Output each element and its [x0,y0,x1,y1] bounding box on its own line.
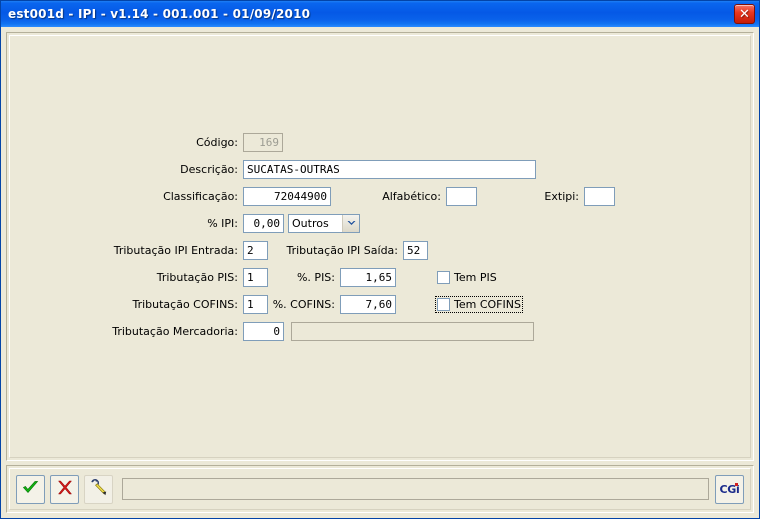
trib-ipi-saida-input[interactable] [403,240,428,260]
pct-ipi-input[interactable] [243,213,284,233]
magic-wand-icon [90,479,108,499]
row-descricao: Descrição: [10,158,750,180]
check-icon [22,480,39,498]
tem-cofins-checkbox[interactable]: Tem COFINS [435,295,523,313]
trib-mercadoria-description [291,321,534,341]
main-form-panel-inner: Código: Descrição: Classificação: Alfabé… [9,35,751,458]
row-pis: Tributação PIS: %. PIS: Tem PIS [10,266,750,288]
extipi-input[interactable] [584,186,615,206]
x-icon [57,480,73,498]
alfabetico-label: Alfabético: [382,189,441,203]
trib-cofins-label: Tributação COFINS: [132,297,238,311]
classificacao-input[interactable] [243,186,331,206]
chevron-down-icon[interactable] [342,214,359,232]
checkbox-icon[interactable] [437,297,450,311]
close-icon: ✕ [739,6,750,22]
alfabetico-input[interactable] [446,186,477,206]
window-title: est001d - IPI - v1.14 - 001.001 - 01/09/… [8,7,311,21]
trib-mercadoria-label: Tributação Mercadoria: [112,324,238,338]
confirm-button[interactable] [16,474,45,504]
row-classificacao: Classificação: Alfabético: Extipi: [10,185,750,207]
row-trib-mercadoria: Tributação Mercadoria: [10,320,750,342]
classificacao-label: Classificação: [163,189,238,203]
extipi-label: Extipi: [544,189,579,203]
cgi-brand-dot [735,482,738,486]
ipi-tipo-select[interactable]: Outros [288,213,360,233]
client-area: Código: Descrição: Classificação: Alfabé… [1,27,759,518]
row-cofins: Tributação COFINS: %. COFINS: Tem COFINS [10,293,750,315]
status-message-field[interactable] [122,478,709,500]
tem-cofins-label: Tem COFINS [454,297,521,311]
codigo-label: Código: [196,135,238,149]
tem-pis-checkbox[interactable]: Tem PIS [435,269,499,286]
checkbox-icon[interactable] [437,270,450,284]
title-bar: est001d - IPI - v1.14 - 001.001 - 01/09/… [1,1,759,27]
pct-pis-label: %. PIS: [296,270,335,284]
trib-ipi-saida-label: Tributação IPI Saída: [286,243,398,257]
row-trib-ipi: Tributação IPI Entrada: Tributação IPI S… [10,239,750,261]
pct-pis-input[interactable] [340,267,396,287]
pct-ipi-label: % IPI: [207,216,238,230]
descricao-input[interactable] [243,159,536,179]
main-form-panel: Código: Descrição: Classificação: Alfabé… [6,32,754,461]
trib-pis-label: Tributação PIS: [156,270,238,284]
codigo-input[interactable] [243,132,283,152]
row-pct-ipi: % IPI: Outros [10,212,750,234]
bottom-toolbar: CGi [9,468,751,510]
pct-cofins-label: %. COFINS: [272,297,335,311]
row-codigo: Código: [10,131,750,153]
trib-pis-input[interactable] [243,267,268,287]
descricao-label: Descrição: [180,162,238,176]
close-button[interactable]: ✕ [734,4,755,24]
pct-cofins-input[interactable] [340,294,396,314]
trib-mercadoria-input[interactable] [243,321,284,341]
trib-cofins-input[interactable] [243,294,268,314]
trib-ipi-entrada-input[interactable] [243,240,268,260]
application-window: est001d - IPI - v1.14 - 001.001 - 01/09/… [0,0,760,519]
ipi-tipo-selected-label: Outros [292,216,329,230]
bottom-toolbar-panel: CGi [6,465,754,513]
cgi-brand-button[interactable]: CGi [715,474,744,504]
tem-pis-label: Tem PIS [454,270,497,284]
search-button[interactable] [84,474,113,504]
cancel-button[interactable] [50,474,79,504]
ipi-form: Código: Descrição: Classificação: Alfabé… [10,131,750,347]
trib-ipi-entrada-label: Tributação IPI Entrada: [113,243,238,257]
